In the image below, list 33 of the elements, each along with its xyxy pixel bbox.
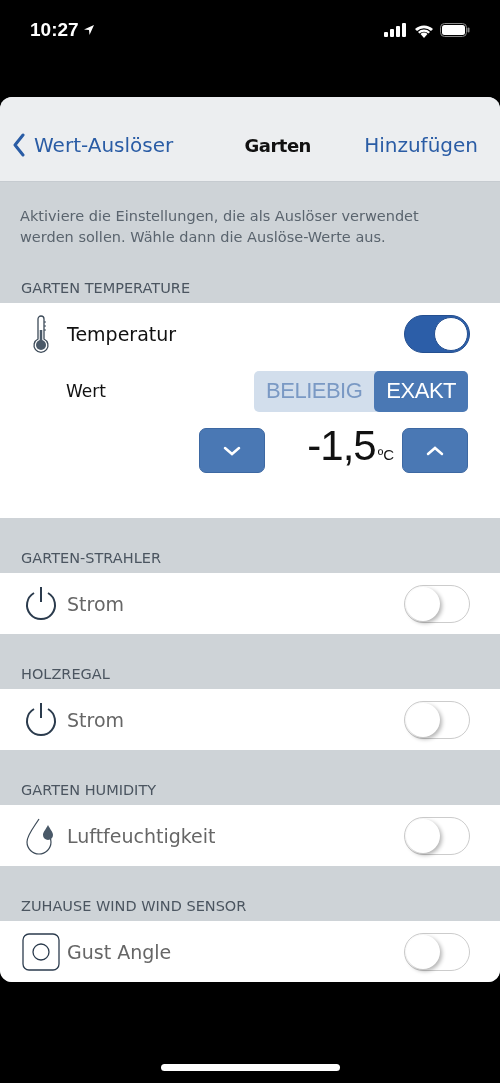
power-icon (24, 585, 58, 622)
back-button[interactable]: Wert-Auslöser (12, 133, 174, 157)
temperature-value: -1,5 (307, 422, 376, 470)
thermometer-icon (31, 314, 51, 353)
section-header: HOLZREGAL (21, 666, 110, 682)
decrease-button[interactable] (199, 428, 265, 473)
wifi-icon (414, 22, 434, 38)
setting-label: Luftfeuchtigkeit (67, 824, 217, 847)
unit-label: ºC (377, 446, 394, 463)
back-chevron-icon (12, 133, 26, 157)
section-header: GARTEN-STRAHLER (21, 550, 161, 566)
section-header: GARTEN TEMPERATURE (21, 280, 191, 296)
status-time: 10:27 (30, 19, 79, 41)
chevron-down-icon (223, 445, 241, 456)
segment-option[interactable]: EXAKT (374, 370, 468, 412)
setting-label: Strom (67, 708, 126, 731)
toggle-switch[interactable] (404, 314, 470, 353)
section-header: GARTEN HUMIDITY (21, 782, 157, 798)
sensor-icon (22, 932, 60, 971)
increase-button[interactable] (402, 428, 468, 473)
description-text: Aktiviere die Einstellungen, die als Auslöser verwendet werden sollen. Wähle dann die Auslöse-Werte aus. (20, 207, 420, 247)
chevron-up-icon (426, 445, 444, 456)
section-header: ZUHAUSE WIND WIND SENSOR (21, 898, 247, 914)
add-button[interactable]: Hinzufügen (364, 133, 478, 157)
nav-title: Garten (244, 134, 311, 156)
setting-label: Temperatur (67, 322, 178, 345)
setting-label: Gust Angle (67, 940, 173, 963)
power-icon (24, 701, 58, 738)
signal-icon (384, 23, 408, 37)
battery-icon (440, 23, 470, 37)
location-arrow-icon (82, 24, 95, 36)
setting-label: Strom (67, 592, 126, 615)
value-label: Wert (66, 381, 106, 401)
